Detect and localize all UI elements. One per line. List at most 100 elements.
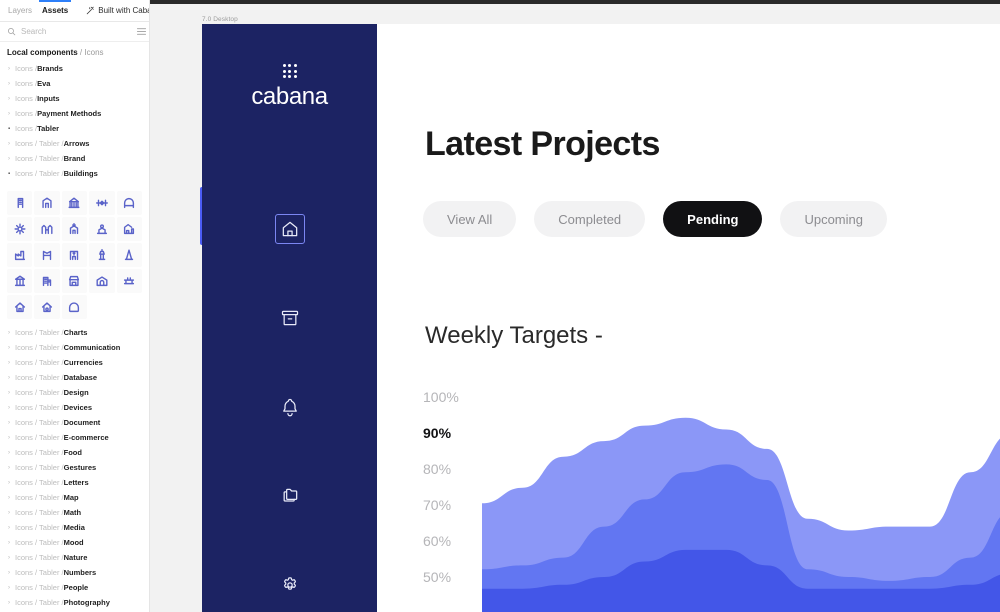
collapse-chevron-icon[interactable]: ›: [8, 330, 15, 336]
icon-cell-building-cottage-icon[interactable]: [117, 217, 142, 241]
collapse-chevron-icon[interactable]: ›: [8, 390, 15, 396]
frame-label[interactable]: 7.0 Desktop: [202, 16, 238, 23]
collapse-chevron-icon[interactable]: ›: [8, 480, 15, 486]
tree-item-database[interactable]: ›Icons / Tabler / Database: [0, 370, 149, 385]
app-logo[interactable]: cabana: [202, 64, 377, 109]
tree-item-food[interactable]: ›Icons / Tabler / Food: [0, 445, 149, 460]
tree-item-design[interactable]: ›Icons / Tabler / Design: [0, 385, 149, 400]
collapse-chevron-icon[interactable]: ›: [8, 555, 15, 561]
breadcrumb-root[interactable]: Local components: [7, 48, 78, 57]
icon-cell-building-pavilion-icon[interactable]: [7, 269, 32, 293]
icon-cell-building-lighthouse-icon[interactable]: [89, 243, 114, 267]
icon-cell-building-warehouse-icon[interactable]: [89, 269, 114, 293]
tree-item-tabler[interactable]: ▪Icons / Tabler: [0, 121, 149, 136]
icon-cell-building-arch-icon[interactable]: [34, 191, 59, 215]
tree-item-devices[interactable]: ›Icons / Tabler / Devices: [0, 400, 149, 415]
tree-item-arrows[interactable]: ›Icons / Tabler / Arrows: [0, 136, 149, 151]
icon-cell-building-icon[interactable]: [7, 191, 32, 215]
icon-cell-building-store-icon[interactable]: [62, 269, 87, 293]
collapse-chevron-icon[interactable]: ›: [8, 66, 15, 72]
icon-cell-building-bridge-3-icon[interactable]: [117, 269, 142, 293]
tab-layers[interactable]: Layers: [8, 0, 32, 22]
collapse-chevron-icon[interactable]: ›: [8, 360, 15, 366]
tree-item-payment-methods[interactable]: ›Icons / Payment Methods: [0, 106, 149, 121]
icon-cell-building-bank-icon[interactable]: [62, 191, 87, 215]
tree-item-letters[interactable]: ›Icons / Tabler / Letters: [0, 475, 149, 490]
rail-item-home[interactable]: [202, 184, 377, 273]
tree-item-charts[interactable]: ›Icons / Tabler / Charts: [0, 325, 149, 340]
tree-item-e-commerce[interactable]: ›Icons / Tabler / E-commerce: [0, 430, 149, 445]
icon-cell-building-castle-icon[interactable]: [34, 217, 59, 241]
tree-item-document[interactable]: ›Icons / Tabler / Document: [0, 415, 149, 430]
filter-pill-upcoming[interactable]: Upcoming: [780, 201, 887, 237]
tree-item-eva[interactable]: ›Icons / Eva: [0, 76, 149, 91]
collapse-chevron-icon[interactable]: ›: [8, 465, 15, 471]
icon-cell-home-roof-icon[interactable]: [62, 295, 87, 319]
filter-pill-completed[interactable]: Completed: [534, 201, 645, 237]
filter-pill-pending[interactable]: Pending: [663, 201, 762, 237]
rail-folders-button[interactable]: [275, 481, 305, 511]
collapse-chevron-icon[interactable]: ›: [8, 450, 15, 456]
rail-home-button[interactable]: [275, 214, 305, 244]
tab-assets[interactable]: Assets: [42, 0, 68, 22]
collapse-chevron-icon[interactable]: ›: [8, 585, 15, 591]
search-input[interactable]: [21, 27, 131, 36]
icon-cell-building-hospital-icon[interactable]: [62, 243, 87, 267]
tree-item-photography[interactable]: ›Icons / Tabler / Photography: [0, 595, 149, 610]
tree-item-people[interactable]: ›Icons / Tabler / People: [0, 580, 149, 595]
expanded-marker-icon[interactable]: ▪: [8, 126, 15, 132]
rail-item-archive[interactable]: [202, 273, 377, 362]
tree-item-numbers[interactable]: ›Icons / Tabler / Numbers: [0, 565, 149, 580]
tree-item-brand[interactable]: ›Icons / Tabler / Brand: [0, 151, 149, 166]
tree-item-mood[interactable]: ›Icons / Tabler / Mood: [0, 535, 149, 550]
tree-item-currencies[interactable]: ›Icons / Tabler / Currencies: [0, 355, 149, 370]
icon-cell-building-fortress-icon[interactable]: [34, 243, 59, 267]
tree-item-buildings[interactable]: ▪Icons / Tabler / Buildings: [0, 166, 149, 181]
collapse-chevron-icon[interactable]: ›: [8, 156, 15, 162]
collapse-chevron-icon[interactable]: ›: [8, 525, 15, 531]
collapse-chevron-icon[interactable]: ›: [8, 570, 15, 576]
rail-settings-button[interactable]: [275, 570, 305, 600]
collapse-chevron-icon[interactable]: ›: [8, 111, 15, 117]
collapse-chevron-icon[interactable]: ›: [8, 405, 15, 411]
collapse-chevron-icon[interactable]: ›: [8, 600, 15, 606]
rail-archive-button[interactable]: [275, 303, 305, 333]
icon-cell-building-skyscraper-icon[interactable]: [34, 269, 59, 293]
rail-item-notifications[interactable]: [202, 362, 377, 451]
collapse-chevron-icon[interactable]: ›: [8, 375, 15, 381]
icon-cell-building-bridge-icon[interactable]: [89, 191, 114, 215]
collapse-chevron-icon[interactable]: ›: [8, 510, 15, 516]
icon-cell-building-bridge-2-icon[interactable]: [117, 191, 142, 215]
list-view-icon[interactable]: [136, 26, 147, 37]
rail-item-settings[interactable]: [202, 540, 377, 612]
collapse-chevron-icon[interactable]: ›: [8, 540, 15, 546]
tree-item-map[interactable]: ›Icons / Tabler / Map: [0, 490, 149, 505]
rail-bell-button[interactable]: [275, 392, 305, 422]
icon-cell-building-factory-icon[interactable]: [7, 243, 32, 267]
collapse-chevron-icon[interactable]: ›: [8, 81, 15, 87]
collapse-chevron-icon[interactable]: ›: [8, 495, 15, 501]
collapse-chevron-icon[interactable]: ›: [8, 420, 15, 426]
tree-item-nature[interactable]: ›Icons / Tabler / Nature: [0, 550, 149, 565]
icon-cell-home-icon[interactable]: [7, 295, 32, 319]
icon-cell-building-church-icon[interactable]: [62, 217, 87, 241]
design-canvas[interactable]: 7.0 Desktop cabana: [150, 0, 1000, 612]
collapse-chevron-icon[interactable]: ›: [8, 435, 15, 441]
tree-item-communication[interactable]: ›Icons / Tabler / Communication: [0, 340, 149, 355]
tree-item-math[interactable]: ›Icons / Tabler / Math: [0, 505, 149, 520]
tree-item-brands[interactable]: ›Icons / Brands: [0, 61, 149, 76]
tree-item-gestures[interactable]: ›Icons / Tabler / Gestures: [0, 460, 149, 475]
icon-cell-building-community-icon[interactable]: [89, 217, 114, 241]
built-with-cabana-badge[interactable]: Built with Cabana –: [86, 6, 150, 15]
filter-pill-view-all[interactable]: View All: [423, 201, 516, 237]
collapse-chevron-icon[interactable]: ›: [8, 96, 15, 102]
collapse-chevron-icon[interactable]: ›: [8, 345, 15, 351]
expanded-marker-icon[interactable]: ▪: [8, 171, 15, 177]
tree-item-media[interactable]: ›Icons / Tabler / Media: [0, 520, 149, 535]
icon-cell-building-carousel-icon[interactable]: [7, 217, 32, 241]
rail-item-folders[interactable]: [202, 451, 377, 540]
icon-cell-building-monument-icon[interactable]: [117, 243, 142, 267]
tree-item-inputs[interactable]: ›Icons / Inputs: [0, 91, 149, 106]
collapse-chevron-icon[interactable]: ›: [8, 141, 15, 147]
icon-cell-home-2-icon[interactable]: [34, 295, 59, 319]
